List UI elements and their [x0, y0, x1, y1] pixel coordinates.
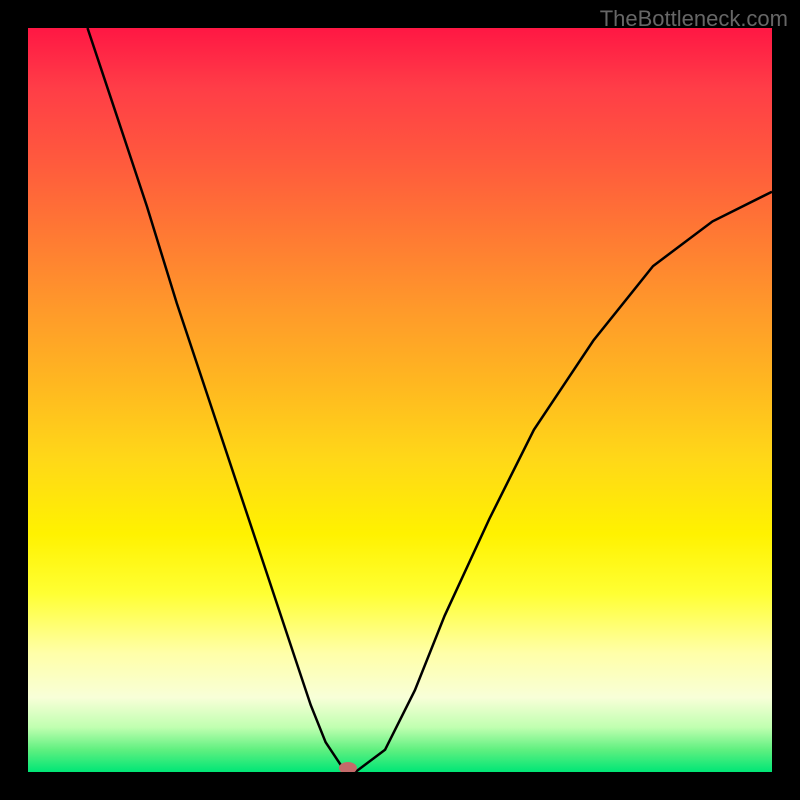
bottleneck-curve — [88, 28, 773, 772]
chart-svg — [28, 28, 772, 772]
plot-area — [28, 28, 772, 772]
watermark-text: TheBottleneck.com — [600, 6, 788, 32]
optimal-point-marker — [339, 762, 357, 772]
